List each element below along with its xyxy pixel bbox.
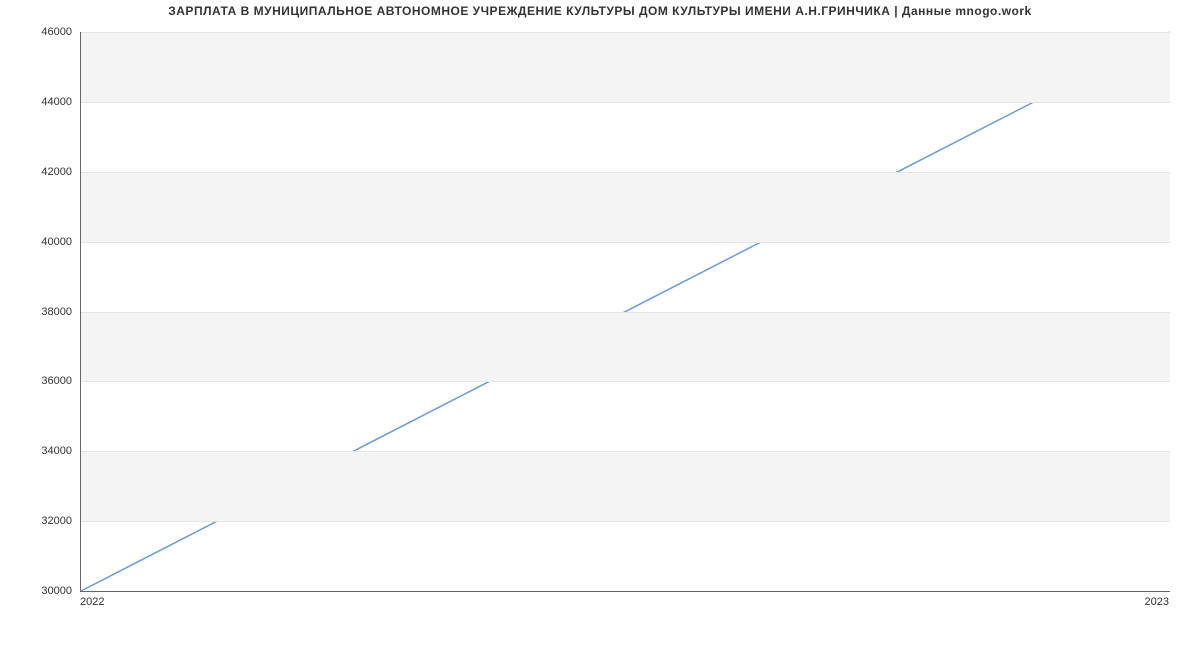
grid-band: [81, 451, 1170, 521]
grid-band: [81, 32, 1170, 102]
gridline: [81, 521, 1170, 522]
x-tick-label: 2022: [80, 596, 104, 608]
y-tick-label: 30000: [41, 585, 72, 597]
gridline: [81, 451, 1170, 452]
y-tick-label: 34000: [41, 445, 72, 457]
chart-title: ЗАРПЛАТА В МУНИЦИПАЛЬНОЕ АВТОНОМНОЕ УЧРЕ…: [0, 4, 1200, 18]
y-tick-label: 32000: [41, 515, 72, 527]
gridline: [81, 242, 1170, 243]
y-tick-label: 40000: [41, 236, 72, 248]
y-tick-label: 42000: [41, 166, 72, 178]
x-tick-label: 2023: [1145, 596, 1169, 608]
plot-area: [80, 32, 1170, 592]
y-tick-label: 46000: [41, 26, 72, 38]
x-axis-labels: 2022 2023: [80, 596, 1170, 616]
chart-container: ЗАРПЛАТА В МУНИЦИПАЛЬНОЕ АВТОНОМНОЕ УЧРЕ…: [0, 0, 1200, 650]
y-tick-label: 44000: [41, 96, 72, 108]
gridline: [81, 102, 1170, 103]
gridline: [81, 172, 1170, 173]
y-tick-label: 36000: [41, 375, 72, 387]
y-axis-labels: 3000032000340003600038000400004200044000…: [0, 32, 72, 592]
grid-band: [81, 172, 1170, 242]
gridline: [81, 312, 1170, 313]
gridline: [81, 32, 1170, 33]
gridline: [81, 381, 1170, 382]
y-tick-label: 38000: [41, 306, 72, 318]
grid-band: [81, 312, 1170, 382]
